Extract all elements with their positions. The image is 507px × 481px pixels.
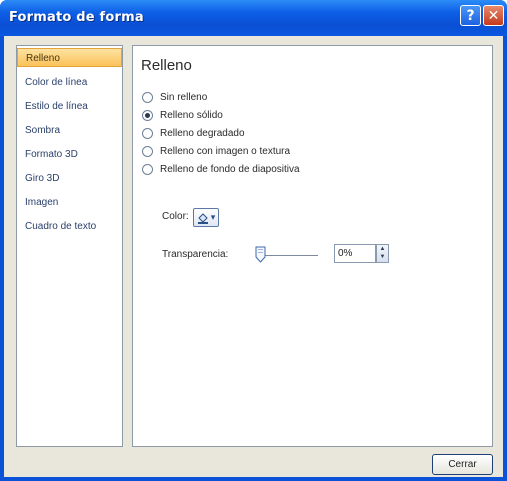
option-relleno-degradado[interactable]: Relleno degradado <box>142 125 245 141</box>
option-sin-relleno[interactable]: Sin relleno <box>142 89 207 105</box>
sidebar-item-relleno[interactable]: Relleno <box>17 48 122 67</box>
option-relleno-fondo-diapositiva[interactable]: Relleno de fondo de diapositiva <box>142 161 300 177</box>
color-picker-button[interactable]: ▾ <box>193 208 219 227</box>
chevron-down-icon: ▾ <box>210 212 216 222</box>
dialog-title: Formato de forma <box>9 10 144 25</box>
transparency-label: Transparencia: <box>162 249 229 260</box>
close-icon[interactable]: ✕ <box>483 5 504 26</box>
radio-sin-relleno[interactable] <box>142 91 153 103</box>
help-button[interactable]: ? <box>460 5 481 26</box>
transparency-spinner[interactable]: ▲ ▼ <box>376 244 389 263</box>
option-relleno-imagen-textura[interactable]: Relleno con imagen o textura <box>142 143 290 159</box>
spin-down-icon[interactable]: ▼ <box>377 253 388 261</box>
option-label: Relleno con imagen o textura <box>160 145 291 157</box>
option-label: Sin relleno <box>160 91 208 103</box>
sidebar-item-imagen[interactable]: Imagen <box>17 193 122 212</box>
transparency-input[interactable]: 0% <box>334 244 376 263</box>
radio-relleno-fondo-diapositiva[interactable] <box>142 163 153 175</box>
dialog-client-area: Relleno Color de línea Estilo de línea S… <box>4 36 503 477</box>
sidebar-item-color-de-linea[interactable]: Color de línea <box>17 73 122 92</box>
sidebar-item-estilo-de-linea[interactable]: Estilo de línea <box>17 97 122 116</box>
category-list: Relleno Color de línea Estilo de línea S… <box>16 45 123 447</box>
transparency-slider-thumb[interactable] <box>255 246 266 263</box>
spin-up-icon[interactable]: ▲ <box>377 245 388 253</box>
option-relleno-solido[interactable]: Relleno sólido <box>142 107 223 123</box>
option-label: Relleno degradado <box>160 127 245 139</box>
section-title: Relleno <box>141 57 192 74</box>
color-label: Color: <box>162 211 189 222</box>
radio-relleno-solido[interactable] <box>142 109 153 121</box>
title-bar[interactable]: Formato de forma ? ✕ <box>0 0 507 36</box>
paint-bucket-icon <box>197 212 208 224</box>
sidebar-item-cuadro-de-texto[interactable]: Cuadro de texto <box>17 217 122 236</box>
option-label: Relleno sólido <box>160 109 223 121</box>
sidebar-item-formato-3d[interactable]: Formato 3D <box>17 145 122 164</box>
sidebar-item-giro-3d[interactable]: Giro 3D <box>17 169 122 188</box>
fill-options-panel: Relleno Sin relleno Relleno sólido Relle… <box>132 45 493 447</box>
cerrar-button[interactable]: Cerrar <box>432 454 493 475</box>
option-label: Relleno de fondo de diapositiva <box>160 163 300 175</box>
dialog-window: Formato de forma ? ✕ Relleno Color de lí… <box>0 0 507 481</box>
transparency-slider-track[interactable] <box>261 255 318 256</box>
radio-relleno-imagen-textura[interactable] <box>142 145 153 157</box>
sidebar-item-sombra[interactable]: Sombra <box>17 121 122 140</box>
radio-relleno-degradado[interactable] <box>142 127 153 139</box>
